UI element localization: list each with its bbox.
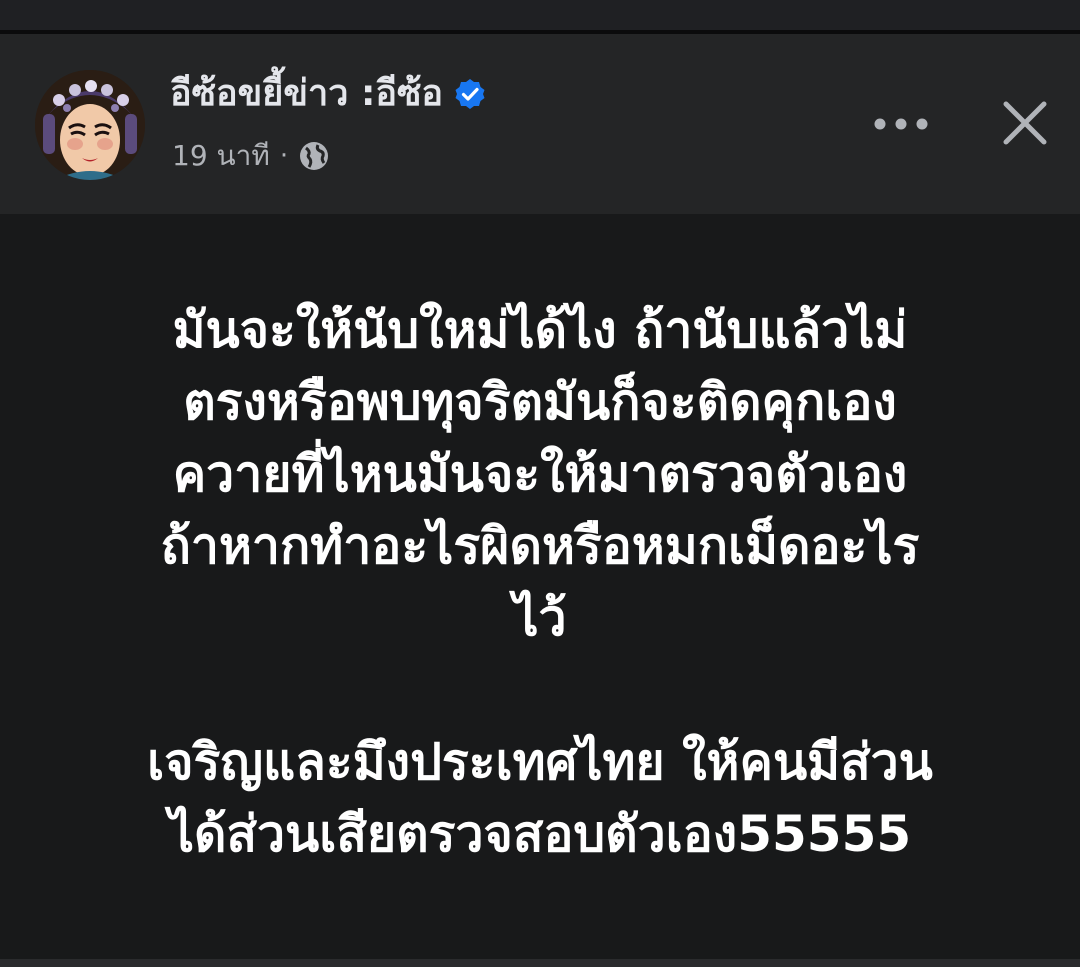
avatar[interactable] [35,70,145,180]
meta-separator: · [279,141,289,171]
more-horizontal-icon [874,118,928,130]
author-row: อีซ้อขยี้ข่าว :อีซ้อ [170,70,487,118]
post-text-line: ถ้าหากทำอะไรผิดหรือหมกเม็ดอะไร [160,517,920,575]
close-icon [1003,101,1047,145]
post-body: มันจะให้นับใหม่ได้ไง ถ้านับแล้วไม่ ตรงหร… [0,214,1080,959]
post-text: มันจะให้นับใหม่ได้ไง ถ้านับแล้วไม่ ตรงหร… [40,294,1040,870]
post-time[interactable]: 19 นาที [172,134,270,178]
post-text-line: ควายที่ไหนมันจะให้มาตรวจตัวเอง [172,445,908,503]
close-button[interactable] [996,94,1054,152]
top-strip [0,0,1080,30]
post-text-line: มันจะให้นับใหม่ได้ไง ถ้านับแล้วไม่ [172,301,908,359]
globe-icon[interactable] [298,140,330,172]
post-text-line: เจริญและมึงประเทศไทย ให้คนมีส่วน [147,733,933,791]
verified-badge-icon [453,77,487,111]
bottom-edge [0,959,1080,967]
post-text-line: ได้ส่วนเสียตรวจสอบตัวเอง55555 [168,805,912,863]
post-header: อีซ้อขยี้ข่าว :อีซ้อ 19 นาที · [0,34,1080,214]
post-text-line: ไว้ [513,589,567,647]
more-options-button[interactable] [868,106,934,142]
avatar-image [35,70,145,180]
post-text-line: ตรงหรือพบทุจริตมันก็จะติดคุกเอง [183,373,897,431]
author-name[interactable]: อีซ้อขยี้ข่าว :อีซ้อ [170,70,443,118]
post-meta: 19 นาที · [172,134,330,178]
